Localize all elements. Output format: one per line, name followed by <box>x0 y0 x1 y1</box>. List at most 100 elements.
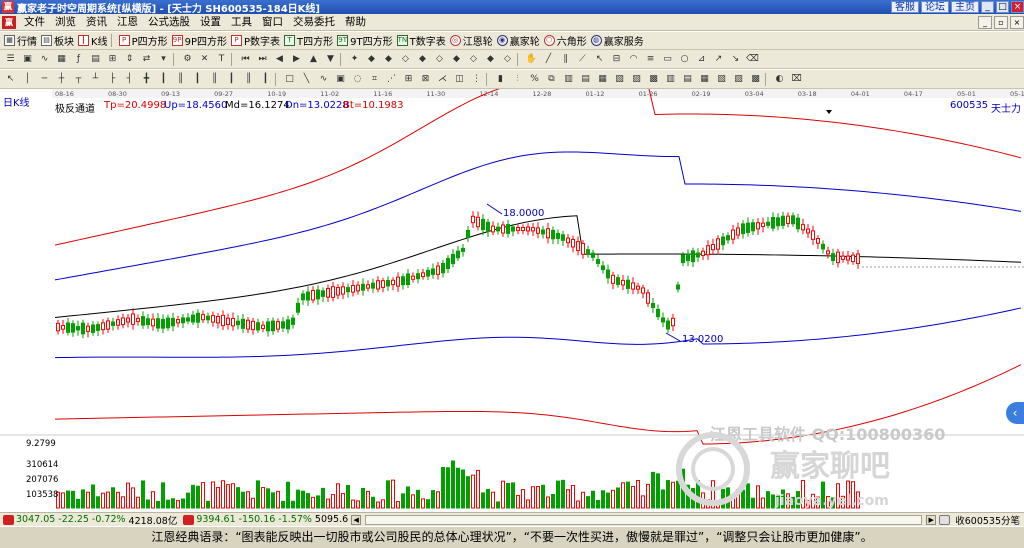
toolbar-t-square-button[interactable]: T T四方形 <box>284 33 333 48</box>
circle-icon[interactable]: ○ <box>678 53 691 66</box>
rect-icon[interactable]: □ <box>283 73 296 86</box>
gann-grid-icon[interactable]: ⊠ <box>419 73 432 86</box>
menu-trade[interactable]: 交易委托 <box>288 14 340 31</box>
candle-icon-7[interactable]: ▥ <box>664 73 677 86</box>
projection-icon[interactable]: ◫ <box>453 73 466 86</box>
candle-icon-11[interactable]: ▨ <box>732 73 745 86</box>
diamond-icon-1[interactable]: ◆ <box>365 53 378 66</box>
fan-icon[interactable]: ⌗ <box>368 73 381 86</box>
candle-icon-1[interactable]: ▥ <box>562 73 575 86</box>
menu-formula-select[interactable]: 公式选股 <box>143 14 195 31</box>
vline-icon[interactable]: │ <box>21 73 34 86</box>
menu-settings[interactable]: 设置 <box>195 14 226 31</box>
color-wheel-icon[interactable]: ◐ <box>773 73 786 86</box>
toolbar-9p-square-button[interactable]: 9P 9P四方形 <box>171 33 227 48</box>
forum-link[interactable]: 论坛 <box>921 1 949 13</box>
box-draw-icon[interactable]: ▣ <box>334 73 347 86</box>
diamond-icon-8[interactable]: ◆ <box>484 53 497 66</box>
close-button[interactable]: × <box>1011 1 1024 13</box>
toolbar-t-number-table-button[interactable]: TN T数字表 <box>396 33 446 48</box>
signal-icon[interactable]: ⫶ <box>511 73 524 86</box>
next-icon[interactable]: ▶ <box>290 53 303 66</box>
table-icon[interactable]: ▤ <box>89 53 102 66</box>
period-icon-4[interactable]: ║ <box>208 73 221 86</box>
candle-icon-12[interactable]: ▩ <box>749 73 762 86</box>
bars-icon[interactable]: ▮ <box>494 73 507 86</box>
settings-icon[interactable]: ⚙ <box>181 53 194 66</box>
candle-icon-5[interactable]: ▨ <box>630 73 643 86</box>
candle-icon-10[interactable]: ▧ <box>715 73 728 86</box>
percent-icon[interactable]: % <box>528 73 541 86</box>
candle-icon-2[interactable]: ▤ <box>579 73 592 86</box>
kline-chart[interactable]: 08-16 08-30 09-13 09-27 10-19 11-02 11-16 11-30… <box>0 89 1024 512</box>
cross-line-icon[interactable]: ┼ <box>55 73 68 86</box>
toolbar-quote-button[interactable]: ▦ 行情 <box>4 33 37 48</box>
ruler-icon[interactable]: ⊟ <box>610 53 623 66</box>
up-down-icon[interactable]: ⇕ <box>123 53 136 66</box>
box-icon[interactable]: ▭ <box>661 53 674 66</box>
text-icon[interactable]: T <box>215 53 228 66</box>
spiral-icon[interactable]: ◌ <box>351 73 364 86</box>
minimize-button[interactable]: _ <box>981 1 994 13</box>
diamond-icon-2[interactable]: ◆ <box>382 53 395 66</box>
zoom-out-icon[interactable]: ▼ <box>324 53 337 66</box>
grid-lines-icon[interactable]: ╋ <box>140 73 153 86</box>
trend-icon[interactable]: ╲ <box>300 73 313 86</box>
gann-fan-icon[interactable]: ⋌ <box>436 73 449 86</box>
rline-icon[interactable]: ┤ <box>123 73 136 86</box>
hline-icon[interactable]: ─ <box>38 73 51 86</box>
toolbar-gann-wheel-button[interactable]: ◎ 江恩轮 <box>449 33 493 48</box>
dropdown-icon[interactable]: ▾ <box>157 53 170 66</box>
maximize-button[interactable]: □ <box>996 1 1009 13</box>
lline-icon[interactable]: ├ <box>106 73 119 86</box>
pointer-icon[interactable]: ↖ <box>4 73 17 86</box>
period-icon-3[interactable]: ┃ <box>191 73 204 86</box>
diamond-icon-4[interactable]: ◆ <box>416 53 429 66</box>
menu-file[interactable]: 文件 <box>19 14 50 31</box>
prev-icon[interactable]: ◀ <box>273 53 286 66</box>
cycle-line-icon[interactable]: ⋮ <box>470 73 483 86</box>
gann-box-icon[interactable]: ⊞ <box>402 73 415 86</box>
menu-browse[interactable]: 浏览 <box>50 14 81 31</box>
toolbar-sector-button[interactable]: ▤ 板块 <box>41 33 74 48</box>
toolbar-hexagon-button[interactable]: ⬡ 六角形 <box>543 33 587 48</box>
period-icon-1[interactable]: ┃ <box>157 73 170 86</box>
cross-icon[interactable]: ✕ <box>198 53 211 66</box>
candle-icon-9[interactable]: ▦ <box>698 73 711 86</box>
parallel-icon[interactable]: ∥ <box>559 53 572 66</box>
scroll-right-icon[interactable]: ▶ <box>926 514 937 525</box>
candle-icon-8[interactable]: ▤ <box>681 73 694 86</box>
arrow-up-icon[interactable]: ↗ <box>712 53 725 66</box>
toolbar-winner-service-button[interactable]: ◍ 赢家服务 <box>590 33 644 48</box>
grid-icon[interactable]: ▦ <box>55 53 68 66</box>
list-view-icon[interactable]: ☰ <box>4 53 17 66</box>
delete-icon[interactable]: ⌫ <box>746 53 759 66</box>
period-icon-6[interactable]: ║ <box>242 73 255 86</box>
wave-draw-icon[interactable]: ∿ <box>317 73 330 86</box>
toolbar-kline-button[interactable]: ┃ K线 <box>78 33 108 48</box>
cycle-icon[interactable]: ⇄ <box>140 53 153 66</box>
mdi-close-icon[interactable]: × <box>1010 15 1024 29</box>
arc-icon[interactable]: ◠ <box>627 53 640 66</box>
mdi-minimize-icon[interactable]: _ <box>978 15 992 29</box>
homepage-link[interactable]: 主页 <box>951 1 979 13</box>
cursor-icon[interactable]: ↖ <box>593 53 606 66</box>
gann-angle-icon[interactable]: ✦ <box>348 53 361 66</box>
toolbar-p-square-button[interactable]: P P四方形 <box>118 33 168 48</box>
tline-icon[interactable]: ┬ <box>72 73 85 86</box>
formula-icon[interactable]: ƒ <box>72 53 85 66</box>
tick-detail-link[interactable]: 收600535分笔 <box>955 513 1020 527</box>
diamond-icon-5[interactable]: ◇ <box>433 53 446 66</box>
eraser-icon[interactable]: ⌧ <box>790 73 803 86</box>
scroll-left-icon[interactable]: ◀ <box>351 514 362 525</box>
toolbar-winner-wheel-button[interactable]: ◉ 赢家轮 <box>496 33 540 48</box>
period-icon-7[interactable]: ┃ <box>259 73 272 86</box>
candle-icon-4[interactable]: ▧ <box>613 73 626 86</box>
diamond-icon-3[interactable]: ◇ <box>399 53 412 66</box>
ratio-icon[interactable]: ⧉ <box>545 73 558 86</box>
menu-info[interactable]: 资讯 <box>81 14 112 31</box>
expand-panel-button[interactable]: ‹ <box>1006 402 1024 424</box>
hand-icon[interactable]: ✋ <box>525 53 538 66</box>
channel-icon[interactable]: ⊿ <box>695 53 708 66</box>
wave-icon[interactable]: ∿ <box>38 53 51 66</box>
